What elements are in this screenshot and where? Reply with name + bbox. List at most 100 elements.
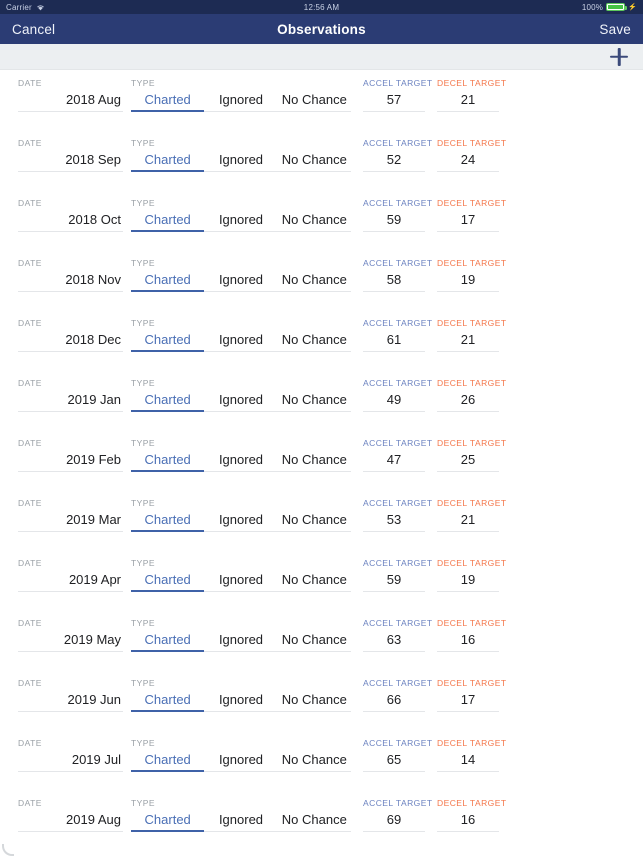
type-option-charted[interactable]: Charted <box>131 269 204 291</box>
accel-target-field[interactable]: ACCEL TARGET 58 <box>363 258 432 292</box>
type-option-ignored[interactable]: Ignored <box>204 89 277 111</box>
type-option-no-chance[interactable]: No Chance <box>278 89 351 111</box>
date-field[interactable]: DATE 2019 Jan <box>18 378 123 412</box>
table-row[interactable]: DATE 2018 Nov TYPE Charted Ignored No Chan… <box>0 250 643 310</box>
accel-target-field[interactable]: ACCEL TARGET 57 <box>363 78 432 112</box>
date-field[interactable]: DATE 2019 Aug <box>18 798 123 832</box>
accel-target-field[interactable]: ACCEL TARGET 61 <box>363 318 432 352</box>
type-option-ignored[interactable]: Ignored <box>204 209 277 231</box>
accel-target-field[interactable]: ACCEL TARGET 69 <box>363 798 432 832</box>
date-field[interactable]: DATE 2019 Feb <box>18 438 123 472</box>
date-field[interactable]: DATE 2018 Dec <box>18 318 123 352</box>
type-field[interactable]: TYPE Charted Ignored No Chance <box>131 798 351 832</box>
accel-target-field[interactable]: ACCEL TARGET 63 <box>363 618 432 652</box>
type-option-charted[interactable]: Charted <box>131 89 204 111</box>
type-field[interactable]: TYPE Charted Ignored No Chance <box>131 558 351 592</box>
table-row[interactable]: DATE 2018 Sep TYPE Charted Ignored No Chan… <box>0 130 643 190</box>
type-option-ignored[interactable]: Ignored <box>204 149 277 171</box>
type-segmented-control[interactable]: Charted Ignored No Chance <box>131 569 351 591</box>
type-option-charted[interactable]: Charted <box>131 809 204 831</box>
type-option-no-chance[interactable]: No Chance <box>278 749 351 771</box>
decel-target-field[interactable]: DECEL TARGET 21 <box>437 318 506 352</box>
type-option-ignored[interactable]: Ignored <box>204 809 277 831</box>
decel-target-field[interactable]: DECEL TARGET 21 <box>437 498 506 532</box>
type-segmented-control[interactable]: Charted Ignored No Chance <box>131 89 351 111</box>
accel-target-field[interactable]: ACCEL TARGET 59 <box>363 198 432 232</box>
date-field[interactable]: DATE 2018 Oct <box>18 198 123 232</box>
type-option-ignored[interactable]: Ignored <box>204 269 277 291</box>
type-option-charted[interactable]: Charted <box>131 209 204 231</box>
type-field[interactable]: TYPE Charted Ignored No Chance <box>131 378 351 412</box>
type-field[interactable]: TYPE Charted Ignored No Chance <box>131 738 351 772</box>
type-segmented-control[interactable]: Charted Ignored No Chance <box>131 689 351 711</box>
accel-target-field[interactable]: ACCEL TARGET 59 <box>363 558 432 592</box>
table-row[interactable]: DATE 2018 Aug TYPE Charted Ignored No Chan… <box>0 70 643 130</box>
type-option-charted[interactable]: Charted <box>131 389 204 411</box>
table-row[interactable]: DATE 2019 Jan TYPE Charted Ignored No Chan… <box>0 370 643 430</box>
type-option-no-chance[interactable]: No Chance <box>278 689 351 711</box>
type-segmented-control[interactable]: Charted Ignored No Chance <box>131 209 351 231</box>
type-segmented-control[interactable]: Charted Ignored No Chance <box>131 449 351 471</box>
type-field[interactable]: TYPE Charted Ignored No Chance <box>131 618 351 652</box>
decel-target-field[interactable]: DECEL TARGET 16 <box>437 798 506 832</box>
type-segmented-control[interactable]: Charted Ignored No Chance <box>131 509 351 531</box>
table-row[interactable]: DATE 2019 Jun TYPE Charted Ignored No Chan… <box>0 670 643 730</box>
type-field[interactable]: TYPE Charted Ignored No Chance <box>131 258 351 292</box>
type-option-ignored[interactable]: Ignored <box>204 629 277 651</box>
type-option-ignored[interactable]: Ignored <box>204 689 277 711</box>
type-segmented-control[interactable]: Charted Ignored No Chance <box>131 329 351 351</box>
type-option-no-chance[interactable]: No Chance <box>278 269 351 291</box>
table-row[interactable]: DATE 2018 Dec TYPE Charted Ignored No Chan… <box>0 310 643 370</box>
decel-target-field[interactable]: DECEL TARGET 19 <box>437 558 506 592</box>
date-field[interactable]: DATE 2019 Apr <box>18 558 123 592</box>
type-segmented-control[interactable]: Charted Ignored No Chance <box>131 389 351 411</box>
decel-target-field[interactable]: DECEL TARGET 25 <box>437 438 506 472</box>
type-field[interactable]: TYPE Charted Ignored No Chance <box>131 438 351 472</box>
table-row[interactable]: DATE 2019 Jul TYPE Charted Ignored No Chan… <box>0 730 643 790</box>
type-option-ignored[interactable]: Ignored <box>204 749 277 771</box>
type-field[interactable]: TYPE Charted Ignored No Chance <box>131 78 351 112</box>
type-option-no-chance[interactable]: No Chance <box>278 449 351 471</box>
accel-target-field[interactable]: ACCEL TARGET 52 <box>363 138 432 172</box>
type-option-ignored[interactable]: Ignored <box>204 509 277 531</box>
type-option-no-chance[interactable]: No Chance <box>278 329 351 351</box>
table-row[interactable]: DATE 2019 Feb TYPE Charted Ignored No Chan… <box>0 430 643 490</box>
date-field[interactable]: DATE 2019 May <box>18 618 123 652</box>
decel-target-field[interactable]: DECEL TARGET 14 <box>437 738 506 772</box>
table-row[interactable]: DATE 2019 Apr TYPE Charted Ignored No Chan… <box>0 550 643 610</box>
type-option-ignored[interactable]: Ignored <box>204 569 277 591</box>
type-segmented-control[interactable]: Charted Ignored No Chance <box>131 629 351 651</box>
type-field[interactable]: TYPE Charted Ignored No Chance <box>131 678 351 712</box>
type-option-charted[interactable]: Charted <box>131 509 204 531</box>
accel-target-field[interactable]: ACCEL TARGET 66 <box>363 678 432 712</box>
type-field[interactable]: TYPE Charted Ignored No Chance <box>131 198 351 232</box>
date-field[interactable]: DATE 2019 Jul <box>18 738 123 772</box>
type-field[interactable]: TYPE Charted Ignored No Chance <box>131 138 351 172</box>
type-field[interactable]: TYPE Charted Ignored No Chance <box>131 498 351 532</box>
type-option-charted[interactable]: Charted <box>131 749 204 771</box>
type-option-no-chance[interactable]: No Chance <box>278 629 351 651</box>
save-button[interactable]: Save <box>599 22 631 37</box>
cancel-button[interactable]: Cancel <box>12 22 55 37</box>
type-option-charted[interactable]: Charted <box>131 149 204 171</box>
type-option-charted[interactable]: Charted <box>131 689 204 711</box>
date-field[interactable]: DATE 2018 Aug <box>18 78 123 112</box>
table-row[interactable]: DATE 2018 Oct TYPE Charted Ignored No Chan… <box>0 190 643 250</box>
decel-target-field[interactable]: DECEL TARGET 24 <box>437 138 506 172</box>
date-field[interactable]: DATE 2019 Jun <box>18 678 123 712</box>
decel-target-field[interactable]: DECEL TARGET 17 <box>437 678 506 712</box>
type-option-ignored[interactable]: Ignored <box>204 449 277 471</box>
type-segmented-control[interactable]: Charted Ignored No Chance <box>131 749 351 771</box>
date-field[interactable]: DATE 2018 Nov <box>18 258 123 292</box>
type-option-no-chance[interactable]: No Chance <box>278 389 351 411</box>
accel-target-field[interactable]: ACCEL TARGET 49 <box>363 378 432 412</box>
table-row[interactable]: DATE 2019 May TYPE Charted Ignored No Chan… <box>0 610 643 670</box>
type-option-no-chance[interactable]: No Chance <box>278 209 351 231</box>
type-option-charted[interactable]: Charted <box>131 329 204 351</box>
type-option-no-chance[interactable]: No Chance <box>278 509 351 531</box>
accel-target-field[interactable]: ACCEL TARGET 65 <box>363 738 432 772</box>
type-option-no-chance[interactable]: No Chance <box>278 149 351 171</box>
type-option-no-chance[interactable]: No Chance <box>278 809 351 831</box>
observations-list[interactable]: DATE 2018 Aug TYPE Charted Ignored No Chan… <box>0 70 643 858</box>
accel-target-field[interactable]: ACCEL TARGET 47 <box>363 438 432 472</box>
